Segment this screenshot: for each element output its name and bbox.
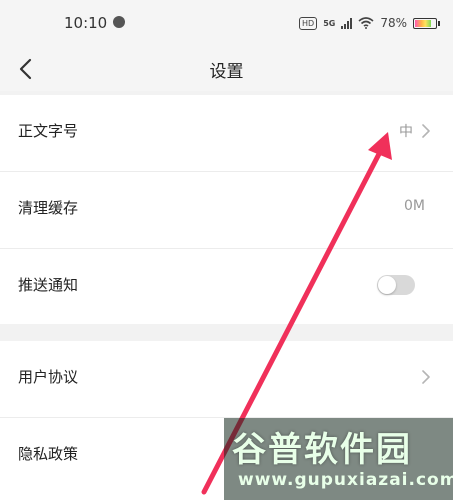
battery-icon [413,17,440,29]
setting-row-clear-cache[interactable]: 清理缓存 0M [0,172,453,249]
setting-row-push-notification: 推送通知 [0,249,453,325]
chevron-right-icon [422,124,430,138]
wifi-icon [358,17,374,29]
privacy-policy-label: 隐私政策 [18,445,79,463]
toggle-knob [378,276,396,294]
battery-percent: 78% [380,16,407,30]
push-notification-toggle[interactable] [377,275,415,295]
setting-row-font-size[interactable]: 正文字号 中 [0,95,453,172]
signal-icon [341,17,353,29]
cache-size-value: 0M [404,198,425,214]
network-type: 5G [323,18,336,28]
status-bar: 10:10 HD 5G 78% [0,0,453,46]
status-time: 10:10 [64,14,108,32]
push-notification-label: 推送通知 [18,276,79,294]
settings-group-display: 正文字号 中 清理缓存 0M 推送通知 [0,95,453,324]
font-size-label: 正文字号 [18,122,79,140]
user-agreement-label: 用户协议 [18,368,79,386]
clear-cache-label: 清理缓存 [18,199,79,217]
status-indicators: HD 5G 78% [299,13,440,33]
page-title: 设置 [209,62,244,82]
watermark-url: www.gupuxiazai.com [238,470,453,490]
hd-badge: HD [299,16,318,30]
app-notification-icon [113,16,125,28]
watermark: 谷普软件园 www.gupuxiazai.com [224,418,453,500]
setting-row-user-agreement[interactable]: 用户协议 [0,341,453,418]
chevron-right-icon [422,370,430,384]
watermark-logo: 谷普软件园 [232,430,412,470]
font-size-value: 中 [399,124,413,140]
navigation-bar: 设置 [0,46,453,91]
